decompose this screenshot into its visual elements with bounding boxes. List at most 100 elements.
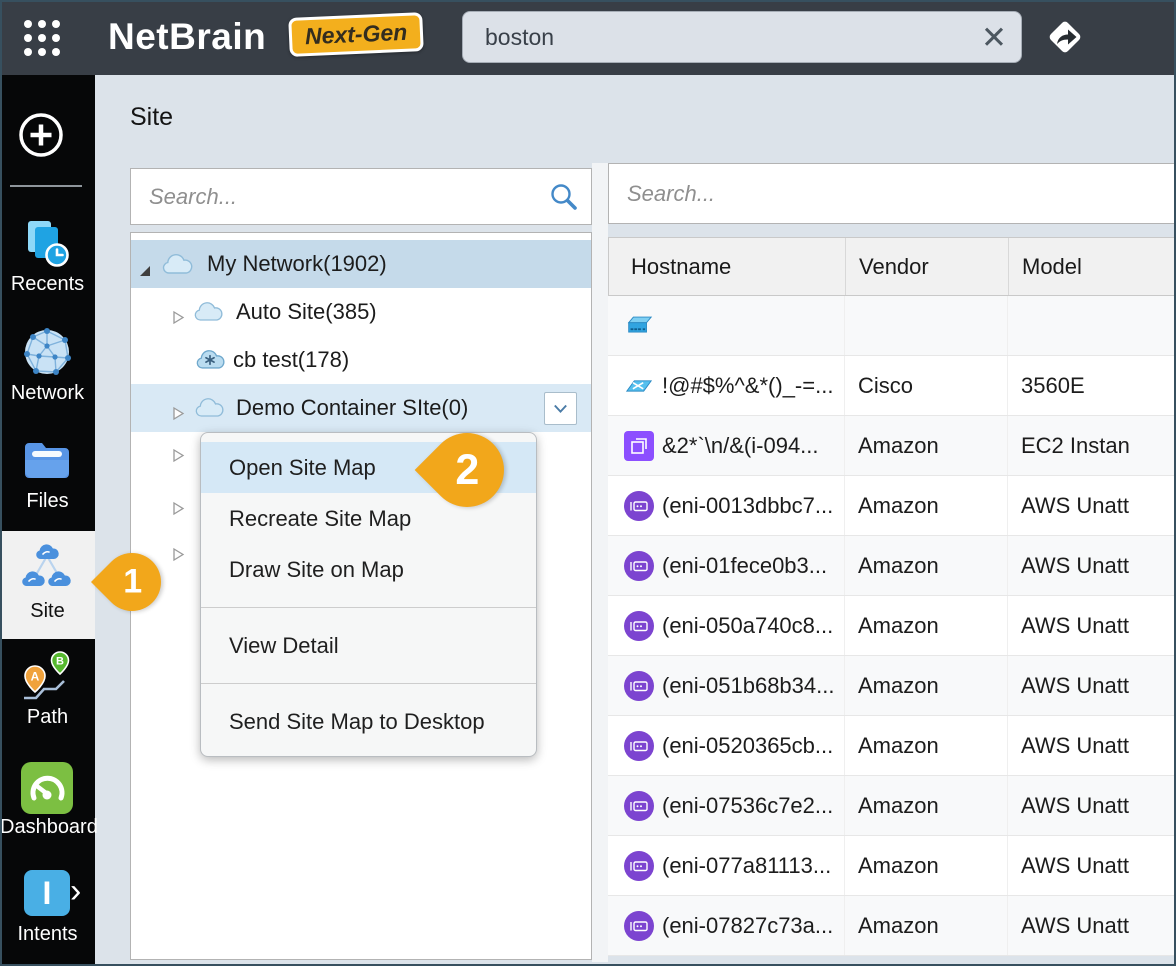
column-header-vendor[interactable]: Vendor [846,238,1009,295]
device-search-input[interactable] [608,163,1176,224]
top-bar: NetBrain Next-Gen ✕ [0,0,1176,75]
tree-collapsed-toggle-icon[interactable] [171,305,185,319]
tree-item-dropdown-button[interactable] [544,392,577,425]
vendor-cell: Amazon [845,476,1008,535]
tree-expanded-toggle-icon[interactable] [138,258,152,272]
menu-item-send-site-map-to-desktop[interactable]: Send Site Map to Desktop [201,696,536,747]
device-table-header: Hostname Vendor Model [608,237,1176,296]
network-globe-icon [21,326,73,378]
recent-files-icon [21,218,73,270]
hostname-cell: (eni-051b68b34... [662,673,834,699]
hostname-cell: (eni-0520365cb... [662,733,833,759]
sidebar-label-intents: Intents [0,923,95,946]
menu-separator [201,683,536,684]
search-icon[interactable] [548,181,580,218]
router-device-icon [624,314,654,337]
tree-collapsed-toggle-icon[interactable] [171,401,185,415]
ec2-instance-icon [624,431,654,461]
sidebar-item-files[interactable] [20,434,74,493]
site-clouds-icon [20,542,74,596]
tree-item-auto-site[interactable]: Auto Site(385) [131,288,591,336]
global-search-input[interactable] [462,11,1022,63]
table-row[interactable]: (eni-0520365cb... Amazon AWS Unatt [608,716,1176,776]
sidebar-item-recents[interactable] [21,218,73,275]
table-row[interactable]: (eni-07827c73a... Amazon AWS Unatt [608,896,1176,956]
tree-item-label: Auto Site(385) [236,299,377,325]
sidebar-label-network: Network [0,382,95,405]
eni-icon [624,671,654,701]
add-new-button[interactable] [18,112,64,163]
vendor-cell: Amazon [845,776,1008,835]
sidebar-item-site[interactable]: Site [0,531,95,639]
tree-item-demo-container-site[interactable]: Demo Container SIte(0) [131,384,591,432]
cloud-site-icon [193,396,225,426]
tree-collapsed-toggle-icon[interactable] [171,448,185,468]
sidebar-expand-chevron-icon[interactable]: › [70,876,81,906]
sidebar-label-site: Site [0,600,95,623]
switch-icon [624,374,654,397]
model-cell: AWS Unatt [1008,656,1176,715]
table-row[interactable]: (eni-01fece0b3... Amazon AWS Unatt [608,536,1176,596]
table-row[interactable]: &2*`\n/&(i-094... Amazon EC2 Instan [608,416,1176,476]
vendor-cell: Amazon [845,536,1008,595]
model-cell: AWS Unatt [1008,476,1176,535]
sidebar-item-dashboard[interactable] [21,762,73,819]
model-cell: AWS Unatt [1008,536,1176,595]
eni-icon [624,911,654,941]
model-cell: AWS Unatt [1008,716,1176,775]
app-launcher-grid-icon[interactable] [24,20,60,56]
tree-collapsed-toggle-icon[interactable] [171,547,185,567]
column-header-hostname[interactable]: Hostname [609,238,846,295]
eni-icon [624,551,654,581]
sidebar-item-intents[interactable]: I [24,870,70,921]
site-tree-search-input[interactable] [130,168,592,225]
model-cell: AWS Unatt [1008,896,1176,955]
table-row[interactable]: (eni-050a740c8... Amazon AWS Unatt [608,596,1176,656]
eni-interface-icon [624,731,654,761]
hostname-cell: !@#$%^&*()_-=... [662,373,833,399]
eni-interface-icon [624,671,654,701]
svg-text:I: I [43,875,52,911]
table-row[interactable]: (eni-07536c7e2... Amazon AWS Unatt [608,776,1176,836]
folder-icon [20,434,74,488]
sidebar-item-path[interactable]: B A [18,648,76,711]
vendor-cell: Amazon [845,896,1008,955]
hostname-cell: (eni-07536c7e2... [662,793,833,819]
eni-interface-icon [624,851,654,881]
clear-search-icon[interactable]: ✕ [975,19,1013,57]
table-row[interactable]: (eni-0013dbbc7... Amazon AWS Unatt [608,476,1176,536]
menu-item-draw-site-on-map[interactable]: Draw Site on Map [201,544,536,595]
table-row[interactable]: (eni-077a81113... Amazon AWS Unatt [608,836,1176,896]
table-row[interactable]: !@#$%^&*()_-=... Cisco 3560E [608,356,1176,416]
tree-collapsed-toggle-icon[interactable] [171,501,185,521]
column-header-model[interactable]: Model [1009,238,1176,295]
eni-icon [624,731,654,761]
panel-splitter[interactable] [592,163,608,962]
sidebar-item-network[interactable] [21,326,73,383]
svg-text:B: B [56,656,64,668]
vendor-cell: Amazon [845,716,1008,775]
vendor-cell: Amazon [845,596,1008,655]
hostname-cell: (eni-0013dbbc7... [662,493,833,519]
model-cell: 3560E [1008,356,1176,415]
router-icon [624,314,654,337]
hostname-cell: (eni-07827c73a... [662,913,833,939]
model-cell: AWS Unatt [1008,596,1176,655]
netbrain-app-window: NetBrain Next-Gen ✕ Recents [0,0,1176,966]
hostname-cell: (eni-077a81113... [662,853,831,879]
table-row[interactable]: (eni-051b68b34... Amazon AWS Unatt [608,656,1176,716]
netbrain-logo: NetBrain [108,16,266,58]
tree-item-cb-test[interactable]: cb test(178) [131,336,591,384]
tree-item-my-network[interactable]: My Network(1902) [131,240,591,288]
model-cell: AWS Unatt [1008,776,1176,835]
vendor-cell: Amazon [845,836,1008,895]
table-row[interactable] [608,296,1176,356]
eni-interface-icon [624,491,654,521]
eni-icon [624,851,654,881]
menu-item-view-detail[interactable]: View Detail [201,620,536,671]
eni-interface-icon [624,911,654,941]
go-to-search-icon[interactable] [1038,10,1092,69]
hostname-cell: &2*`\n/&(i-094... [662,433,819,459]
switch-device-icon [624,374,654,397]
sidebar-label-files: Files [0,490,95,513]
